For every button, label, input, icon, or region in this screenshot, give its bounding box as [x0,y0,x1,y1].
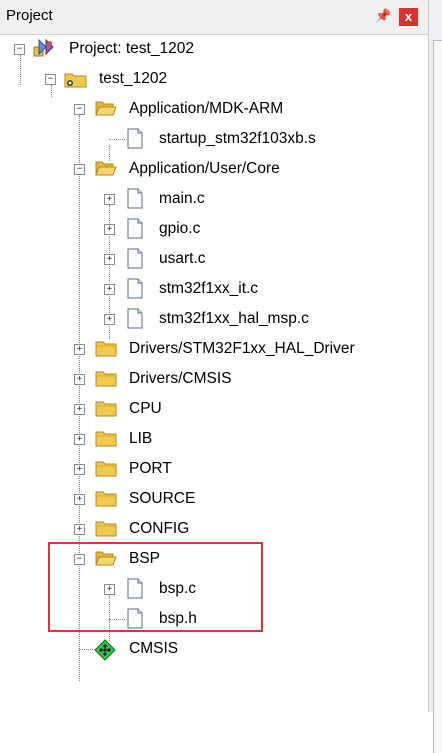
folder-open-icon [95,160,117,177]
tree-item-label: Project: test_1202 [69,40,194,57]
file-icon [127,278,143,299]
tree-item-label: usart.c [159,250,206,267]
collapse-icon[interactable]: − [14,44,25,55]
tree-item-group[interactable]: + CPU [0,394,428,424]
expand-icon[interactable]: + [74,494,85,505]
folder-icon [95,490,117,507]
cmsis-component-icon [94,639,116,661]
tree-item-label: SOURCE [129,490,196,507]
collapse-icon[interactable]: − [74,164,85,175]
tree-item-label: main.c [159,190,205,207]
tree-item-label: CMSIS [129,640,179,657]
file-icon [127,308,143,329]
scrollbar-edge [428,0,442,753]
tree-item-group[interactable]: − Application/User/Core [0,154,428,184]
tree-item-target[interactable]: − test_1202 [0,64,428,94]
tree-item-project[interactable]: − Project: test_1202 [0,34,428,64]
expand-icon[interactable]: + [74,464,85,475]
tree-item-group[interactable]: + PORT [0,454,428,484]
collapse-icon[interactable]: − [45,74,56,85]
expand-icon[interactable]: + [104,314,115,325]
expand-icon[interactable]: + [74,344,85,355]
panel-title: Project [6,7,53,24]
expand-icon[interactable]: + [104,284,115,295]
tree-item-label: Application/User/Core [129,160,280,177]
folder-icon [95,460,117,477]
tree-item-label: Drivers/STM32F1xx_HAL_Driver [129,340,355,357]
expand-icon[interactable]: + [74,404,85,415]
tree-item-file[interactable]: + stm32f1xx_hal_msp.c [0,304,428,334]
tree-item-label: Drivers/CMSIS [129,370,232,387]
expand-icon[interactable]: + [104,254,115,265]
collapse-icon[interactable]: − [74,104,85,115]
file-icon [127,218,143,239]
tree-item-component[interactable]: CMSIS [0,634,428,664]
tree-item-file[interactable]: + stm32f1xx_it.c [0,274,428,304]
highlight-box [48,542,263,632]
expand-icon[interactable]: + [74,434,85,445]
tree-item-group[interactable]: + SOURCE [0,484,428,514]
folder-icon [95,370,117,387]
panel-title-bar: Project 📌 x [0,0,428,35]
file-icon [127,128,143,149]
project-icon [33,38,57,58]
expand-icon[interactable]: + [104,224,115,235]
tree-item-file[interactable]: + usart.c [0,244,428,274]
tree-item-label: LIB [129,430,153,447]
target-folder-icon [64,71,88,89]
folder-open-icon [95,100,117,117]
tree-item-label: CPU [129,400,162,417]
expand-icon[interactable]: + [74,374,85,385]
tree-item-label: gpio.c [159,220,201,237]
tree-item-file[interactable]: + main.c [0,184,428,214]
tree-item-label: test_1202 [99,70,168,87]
tree-item-label: Application/MDK-ARM [129,100,284,117]
folder-icon [95,340,117,357]
expand-icon[interactable]: + [104,194,115,205]
expand-icon[interactable]: + [74,524,85,535]
file-icon [127,188,143,209]
tree-item-group[interactable]: + Drivers/CMSIS [0,364,428,394]
folder-icon [95,430,117,447]
tree-item-label: stm32f1xx_hal_msp.c [159,310,309,327]
tree-item-label: CONFIG [129,520,190,537]
close-button[interactable]: x [399,8,418,26]
tree-item-group[interactable]: + CONFIG [0,514,428,544]
tree-item-group[interactable]: + Drivers/STM32F1xx_HAL_Driver [0,334,428,364]
tree-item-file[interactable]: + gpio.c [0,214,428,244]
file-icon [127,248,143,269]
folder-icon [95,400,117,417]
pin-icon[interactable]: 📌 [375,8,391,24]
tree-item-label: PORT [129,460,172,477]
folder-icon [95,520,117,537]
tree-item-label: stm32f1xx_it.c [159,280,259,297]
tree-item-label: startup_stm32f103xb.s [159,130,316,147]
tree-item-group[interactable]: + LIB [0,424,428,454]
tree-item-group[interactable]: − Application/MDK-ARM [0,94,428,124]
tree-item-file[interactable]: startup_stm32f103xb.s [0,124,428,154]
